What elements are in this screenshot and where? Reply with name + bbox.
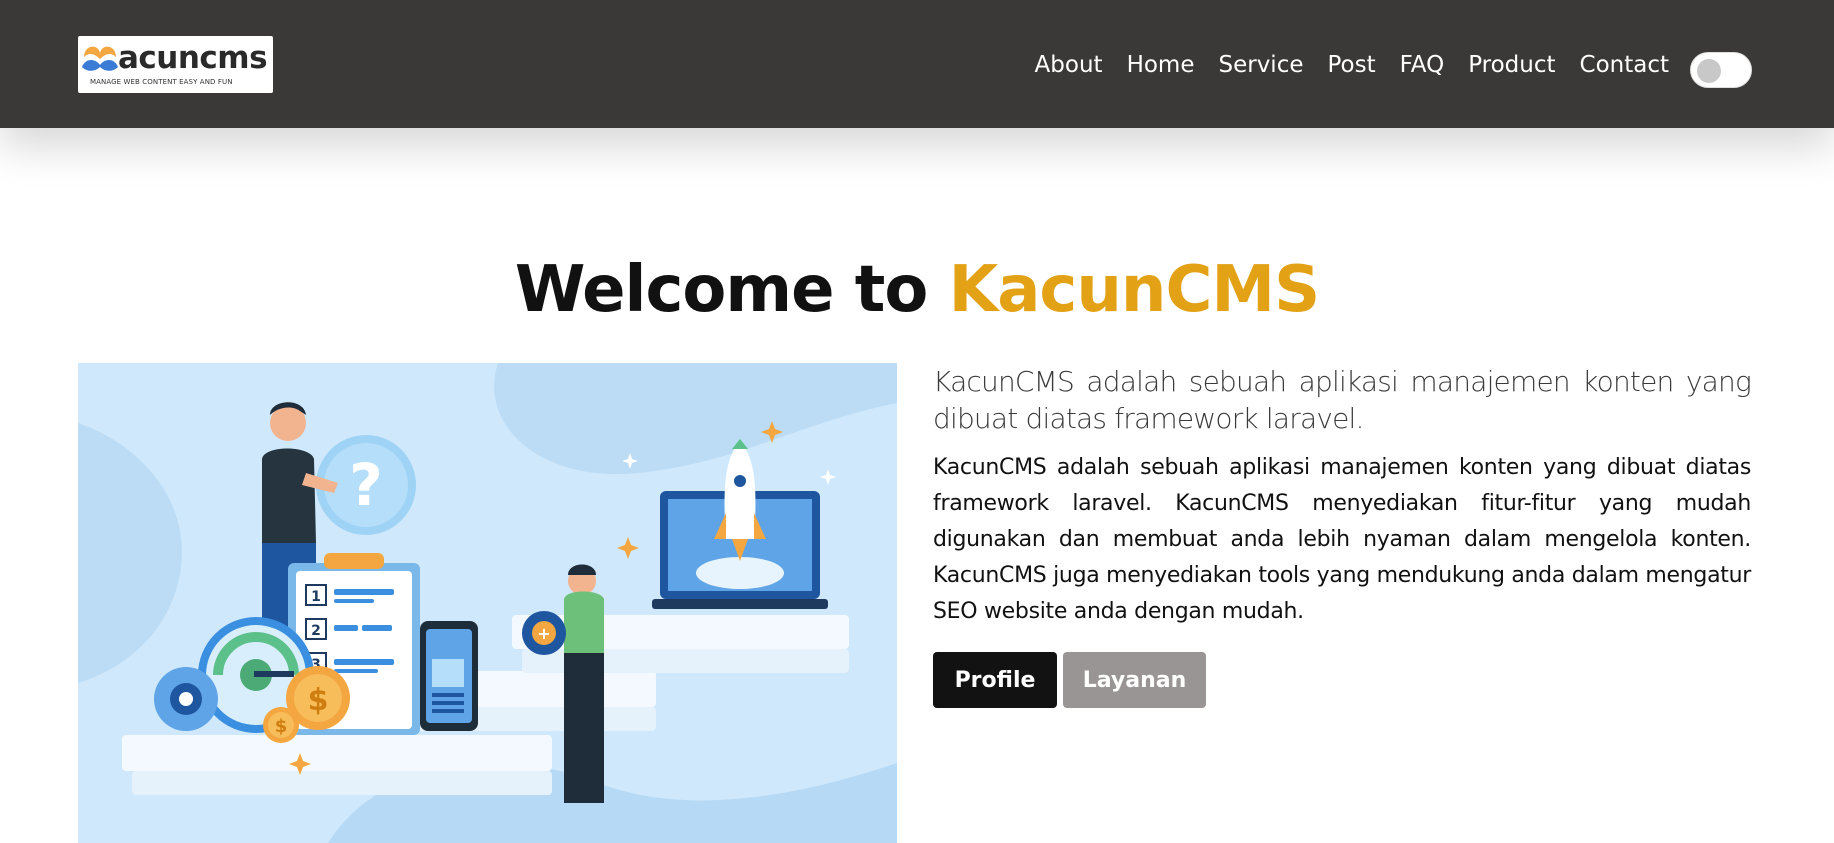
checklist-item-1: 1 [311, 589, 321, 605]
logo-tagline: MANAGE WEB CONTENT EASY AND FUN [90, 78, 233, 86]
hero-description: KacunCMS adalah sebuah aplikasi manajeme… [933, 455, 1751, 624]
nav-about[interactable]: About [1035, 47, 1103, 83]
nav-post[interactable]: Post [1328, 47, 1376, 83]
nav-service[interactable]: Service [1218, 47, 1303, 83]
nav-home[interactable]: Home [1127, 47, 1195, 83]
title-prefix: Welcome to [514, 253, 928, 327]
checklist-item-2: 2 [311, 623, 321, 639]
main-nav: About Home Service Post FAQ Product Cont… [1011, 47, 1669, 83]
toggle-knob [1697, 59, 1721, 83]
profile-button[interactable]: Profile [933, 652, 1057, 708]
gear-plus-icon: + [537, 624, 550, 643]
page-title: Welcome to KacunCMS [0, 248, 1834, 332]
nav-faq[interactable]: FAQ [1400, 47, 1445, 83]
site-logo[interactable]: acuncms MANAGE WEB CONTENT EASY AND FUN [78, 36, 273, 93]
theme-toggle[interactable] [1690, 52, 1752, 88]
question-mark-icon: ? [349, 451, 383, 519]
logo-wordmark: acuncms [118, 40, 268, 76]
site-header: acuncms MANAGE WEB CONTENT EASY AND FUN … [0, 0, 1834, 128]
title-brand: KacunCMS [948, 253, 1321, 327]
cms-illustration-image: ? 1 2 3 $ $ + [78, 363, 897, 843]
coin-large-dollar-icon: $ [308, 683, 329, 718]
hero-illustration: ? 1 2 3 $ $ + [78, 363, 897, 843]
hero-lead: KacunCMS adalah sebuah aplikasi manajeme… [933, 365, 1752, 435]
coin-small-dollar-icon: $ [275, 716, 288, 737]
layanan-button[interactable]: Layanan [1063, 652, 1206, 708]
nav-product[interactable]: Product [1468, 47, 1555, 83]
nav-contact[interactable]: Contact [1580, 47, 1669, 83]
logo-icon [82, 46, 118, 71]
